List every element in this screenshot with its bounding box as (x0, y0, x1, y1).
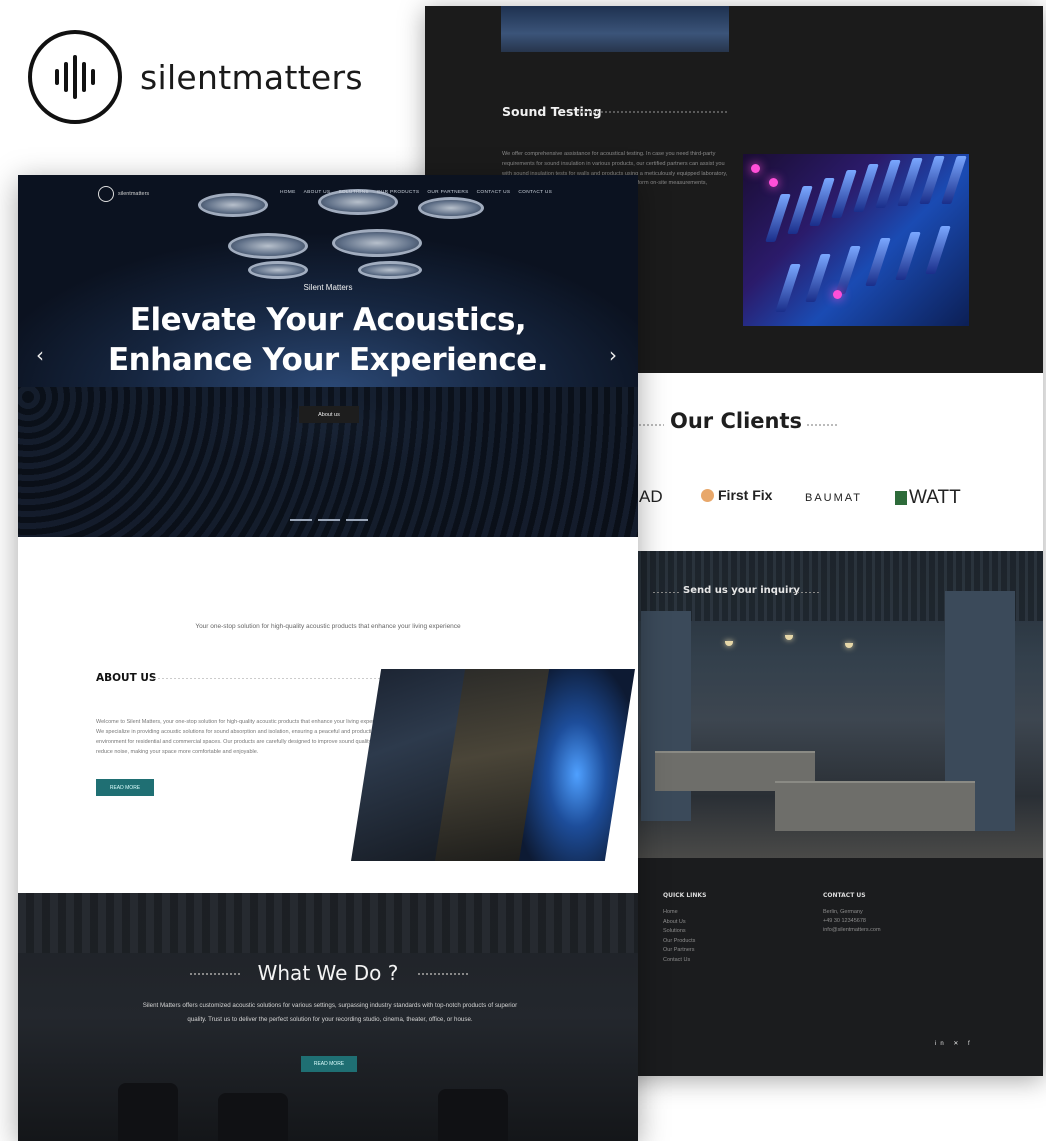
contact-list: Berlin, Germany +49 30 12345678 info@sil… (823, 908, 881, 935)
title-divider (789, 592, 819, 593)
pendant-lamp-icon (785, 635, 793, 640)
read-more-button[interactable]: READ MORE (96, 779, 154, 796)
quick-links-title: QUICK LINKS (663, 892, 707, 899)
brand-logo[interactable]: silentmatters (28, 30, 363, 124)
intro-text: Your one-stop solution for high-quality … (195, 623, 461, 630)
nav-logo[interactable]: silentmatters (98, 186, 149, 202)
title-divider (639, 424, 664, 426)
nav-link-contact-2[interactable]: CONTACT US (518, 190, 552, 195)
chevron-right-icon[interactable]: › (609, 343, 617, 367)
title-divider (418, 973, 470, 975)
about-us-button[interactable]: About us (299, 406, 359, 423)
hero-title-line: Enhance Your Experience. (107, 342, 549, 378)
chair-graphic (218, 1093, 288, 1141)
title-divider (577, 111, 727, 113)
pendant-lamp-icon (845, 643, 853, 648)
read-more-button[interactable]: READ MORE (301, 1056, 357, 1072)
contact-address: Berlin, Germany (823, 909, 863, 915)
footer-link-solutions[interactable]: Solutions (663, 927, 695, 937)
logo-text: silentmatters (140, 57, 363, 97)
firstfix-mark-icon (701, 488, 714, 502)
footer-link-products[interactable]: Our Products (663, 937, 695, 947)
footer-link-about[interactable]: About Us (663, 918, 695, 928)
nav-link-products[interactable]: OUR PRODUCTS (377, 190, 420, 195)
hero-kicker: Silent Matters (303, 283, 353, 292)
what-we-do-text: Silent Matters offers customized acousti… (142, 1002, 518, 1023)
about-title: ABOUT US (96, 672, 157, 684)
title-divider (653, 592, 679, 593)
chair-graphic (438, 1089, 508, 1141)
mixing-console-image (743, 154, 969, 326)
client-logo-label: WATT (909, 487, 961, 508)
client-logo-firstfix[interactable]: First Fix (701, 487, 772, 503)
footer-link-home[interactable]: Home (663, 908, 695, 918)
nav-link-about[interactable]: ABOUT US (304, 190, 331, 195)
about-text: Welcome to Silent Matters, your one-stop… (96, 719, 389, 755)
hero-section: silentmatters HOME ABOUT US SOLUTIONS OU… (18, 175, 638, 537)
watt-mark-icon (895, 491, 907, 505)
hero-title-line: Elevate Your Acoustics, (129, 302, 527, 338)
footer-link-contact[interactable]: Contact Us (663, 956, 695, 966)
title-divider (807, 424, 837, 426)
nav-link-home[interactable]: HOME (280, 190, 296, 195)
quick-links-list: Home About Us Solutions Our Products Our… (663, 908, 695, 966)
client-logo-baumat[interactable]: BAUMAT (805, 492, 862, 504)
lounge-image (501, 6, 729, 52)
desk-row (775, 781, 975, 831)
top-nav: silentmatters HOME ABOUT US SOLUTIONS OU… (18, 175, 638, 213)
front-page-preview: silentmatters HOME ABOUT US SOLUTIONS OU… (18, 175, 638, 1141)
contact-email[interactable]: info@silentmatters.com (823, 926, 881, 935)
pendant-lamp-icon (725, 641, 733, 646)
footer-link-partners[interactable]: Our Partners (663, 946, 695, 956)
client-logo-watt[interactable]: WATT (895, 487, 961, 509)
chair-graphic (118, 1083, 178, 1141)
nav-link-partners[interactable]: OUR PARTNERS (427, 190, 468, 195)
clients-title: Our Clients (670, 409, 803, 433)
studio-ceiling-graphic (18, 893, 638, 953)
logo-soundwave-icon (98, 186, 114, 202)
logo-soundwave-icon (28, 30, 122, 124)
contact-title: CONTACT US (823, 892, 866, 899)
nav-link-contact[interactable]: CONTACT US (477, 190, 511, 195)
contact-phone[interactable]: +49 30 12345678 (823, 917, 881, 926)
what-we-do-title: What We Do ? (257, 961, 399, 985)
client-logo-ad[interactable]: AD (639, 487, 663, 507)
inquiry-title: Send us your inquiry (683, 585, 800, 596)
nav-links: HOME ABOUT US SOLUTIONS OUR PRODUCTS OUR… (280, 190, 552, 195)
hero-title: Elevate Your Acoustics, Enhance Your Exp… (18, 300, 638, 380)
slider-dots[interactable] (290, 519, 368, 521)
about-image-panels (351, 669, 637, 861)
social-icons[interactable]: in ✕ f (935, 1040, 974, 1047)
nav-logo-text: silentmatters (118, 191, 150, 197)
client-logo-label: First Fix (718, 487, 773, 503)
nav-link-solutions[interactable]: SOLUTIONS (338, 190, 368, 195)
chevron-left-icon[interactable]: ‹ (36, 343, 44, 367)
what-we-do-section: What We Do ? Silent Matters offers custo… (18, 893, 638, 1141)
